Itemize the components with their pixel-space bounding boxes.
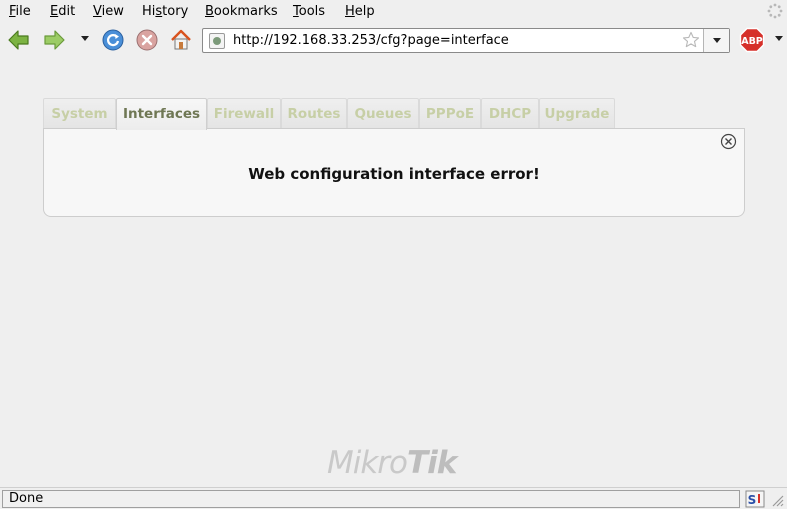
page-content: System Interfaces Firewall Routes Queues… (0, 57, 787, 487)
tab-queues[interactable]: Queues (347, 98, 419, 129)
menu-help[interactable]: Help (345, 3, 375, 20)
mikrotik-logo: MikroTik (327, 445, 457, 481)
menu-view[interactable]: View (93, 3, 124, 20)
tab-system[interactable]: System (43, 98, 116, 129)
site-identity-icon[interactable] (209, 33, 225, 49)
error-message: Web configuration interface error! (248, 165, 540, 183)
menu-tools[interactable]: Tools (293, 3, 325, 20)
stop-icon[interactable] (134, 27, 160, 53)
home-icon[interactable] (168, 27, 194, 53)
url-input[interactable] (233, 31, 673, 50)
menu-edit[interactable]: Edit (50, 3, 75, 20)
menu-history[interactable]: History (142, 3, 188, 20)
menu-bookmarks[interactable]: Bookmarks (205, 3, 278, 20)
history-dropdown-icon[interactable] (81, 36, 89, 41)
tab-routes[interactable]: Routes (281, 98, 347, 129)
bookmark-star-icon[interactable] (682, 31, 700, 49)
tab-firewall[interactable]: Firewall (207, 98, 281, 129)
url-history-dropdown-button[interactable] (703, 29, 729, 52)
reload-icon[interactable] (100, 27, 126, 53)
back-arrow-icon[interactable] (6, 27, 32, 53)
adblock-plus-icon[interactable]: ABP (739, 27, 765, 53)
forward-arrow-icon[interactable] (41, 27, 67, 53)
resize-grip-icon[interactable] (768, 491, 784, 507)
close-icon[interactable] (720, 133, 737, 150)
navigation-toolbar: ABP (0, 23, 787, 57)
status-text: Done (2, 490, 740, 508)
menubar: File Edit View History Bookmarks Tools H… (0, 0, 787, 23)
menu-file[interactable]: File (9, 3, 31, 20)
tab-upgrade[interactable]: Upgrade (539, 98, 615, 129)
throbber-icon (767, 3, 783, 19)
tab-dhcp[interactable]: DHCP (481, 98, 539, 129)
adblock-dropdown-icon[interactable] (775, 36, 783, 41)
svg-text:S: S (748, 493, 757, 507)
tab-interfaces[interactable]: Interfaces (116, 98, 207, 130)
status-bar: Done S (0, 487, 787, 509)
content-panel: Web configuration interface error! (43, 128, 745, 217)
status-addon-icon[interactable]: S (745, 490, 765, 508)
address-bar[interactable] (202, 28, 730, 53)
tab-pppoe[interactable]: PPPoE (419, 98, 481, 129)
svg-text:ABP: ABP (741, 36, 763, 47)
